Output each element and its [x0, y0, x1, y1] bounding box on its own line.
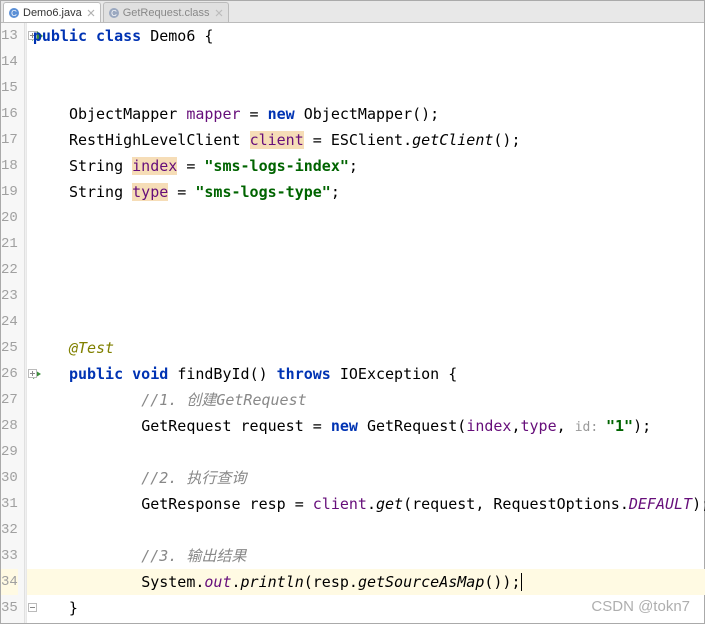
java-class-icon: C [8, 7, 20, 19]
line-number: 16 [1, 101, 18, 127]
line-number-gutter: 1314151617181920212223242526272829303132… [1, 23, 25, 623]
close-icon[interactable] [214, 8, 224, 18]
class-file-icon: C [108, 7, 120, 19]
line-number: 30 [1, 465, 18, 491]
code-line[interactable]: //2. 执行查询 [27, 465, 705, 491]
code-line[interactable]: GetResponse resp = client.get(request, R… [27, 491, 705, 517]
line-number: 13 [1, 23, 18, 49]
code-line[interactable]: //3. 输出结果 [27, 543, 705, 569]
code-line[interactable]: String index = "sms-logs-index"; [27, 153, 705, 179]
tab-label: GetRequest.class [123, 7, 210, 19]
line-number: 17 [1, 127, 18, 153]
line-number: 29 [1, 439, 18, 465]
code-line[interactable] [27, 439, 705, 465]
code-line[interactable] [27, 231, 705, 257]
line-number: 25 [1, 335, 18, 361]
line-number: 20 [1, 205, 18, 231]
code-line[interactable]: public void findById() throws IOExceptio… [27, 361, 705, 387]
line-number: 27 [1, 387, 18, 413]
watermark: CSDN @tokn7 [591, 598, 690, 615]
line-number: 31 [1, 491, 18, 517]
editor: 1314151617181920212223242526272829303132… [1, 23, 704, 623]
tab-demo6[interactable]: C Demo6.java [3, 2, 101, 22]
code-line[interactable] [27, 49, 705, 75]
line-number: 34 [1, 569, 18, 595]
tab-bar: C Demo6.java C GetRequest.class [1, 1, 704, 23]
line-number: 14 [1, 49, 18, 75]
code-line[interactable]: public class Demo6 { [27, 23, 705, 49]
line-number: 28 [1, 413, 18, 439]
code-line[interactable] [27, 517, 705, 543]
code-line[interactable] [27, 75, 705, 101]
svg-text:C: C [111, 9, 117, 18]
code-line[interactable]: RestHighLevelClient client = ESClient.ge… [27, 127, 705, 153]
code-line[interactable]: System.out.println(resp.getSourceAsMap()… [27, 569, 705, 595]
code-line[interactable] [27, 257, 705, 283]
line-number: 23 [1, 283, 18, 309]
close-icon[interactable] [86, 8, 96, 18]
line-number: 21 [1, 231, 18, 257]
code-line[interactable]: GetRequest request = new GetRequest(inde… [27, 413, 705, 439]
code-line[interactable]: @Test [27, 335, 705, 361]
line-number: 26 [1, 361, 18, 387]
code-line[interactable]: ObjectMapper mapper = new ObjectMapper()… [27, 101, 705, 127]
svg-text:C: C [11, 9, 17, 18]
line-number: 18 [1, 153, 18, 179]
code-line[interactable]: String type = "sms-logs-type"; [27, 179, 705, 205]
code-area[interactable]: public class Demo6 { ObjectMapper mapper… [27, 23, 705, 623]
tab-label: Demo6.java [23, 7, 82, 19]
line-number: 33 [1, 543, 18, 569]
line-number: 24 [1, 309, 18, 335]
code-line[interactable] [27, 283, 705, 309]
line-number: 35 [1, 595, 18, 621]
code-line[interactable] [27, 205, 705, 231]
line-number: 32 [1, 517, 18, 543]
line-number: 19 [1, 179, 18, 205]
code-line[interactable] [27, 309, 705, 335]
line-number: 15 [1, 75, 18, 101]
line-number: 22 [1, 257, 18, 283]
code-line[interactable]: //1. 创建GetRequest [27, 387, 705, 413]
tab-getrequest[interactable]: C GetRequest.class [103, 2, 229, 22]
